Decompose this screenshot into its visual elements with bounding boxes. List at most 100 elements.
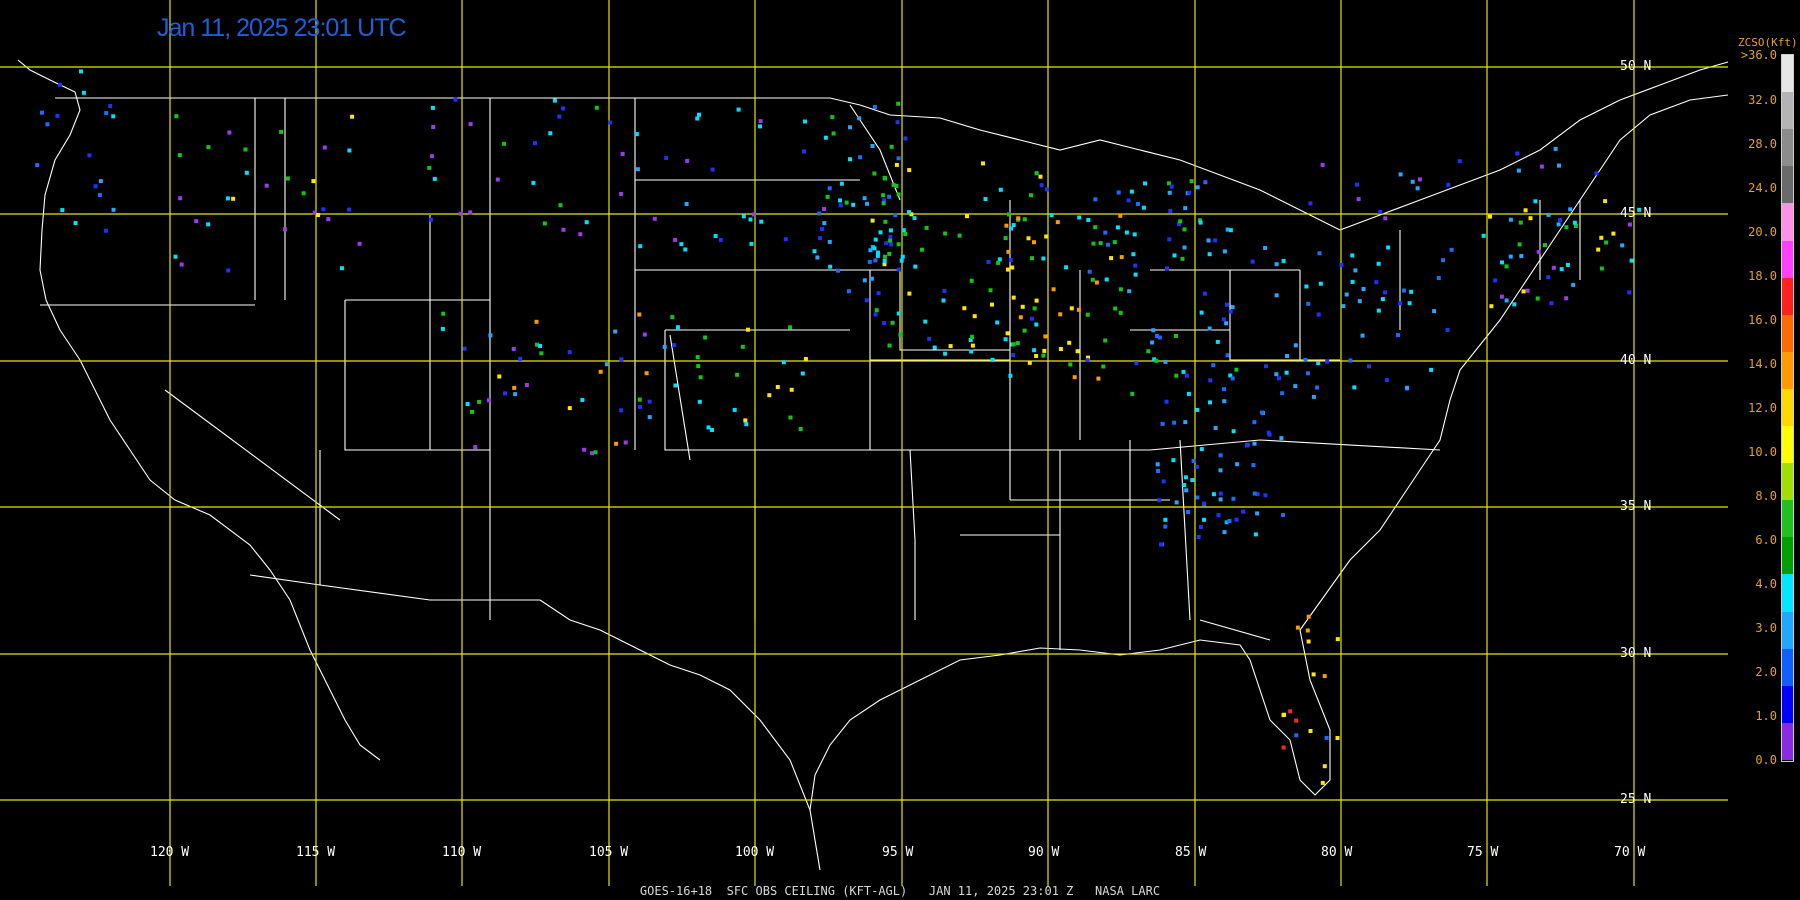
station-marker	[635, 167, 640, 172]
station-marker	[887, 194, 892, 199]
station-marker	[1172, 420, 1177, 425]
station-marker	[1051, 287, 1056, 292]
station-marker	[1126, 198, 1131, 203]
station-marker	[1085, 312, 1090, 317]
station-marker	[1112, 240, 1117, 245]
station-marker	[903, 136, 908, 141]
station-marker	[1525, 288, 1530, 293]
station-marker	[431, 125, 436, 129]
station-marker	[440, 326, 445, 331]
station-marker	[598, 369, 603, 374]
station-marker	[767, 393, 772, 398]
station-marker	[98, 179, 103, 184]
border-line	[899, 270, 1010, 351]
colorbar-frame	[1781, 54, 1794, 762]
station-marker	[1006, 267, 1010, 272]
station-marker	[279, 129, 284, 134]
longitude-label: 80 W	[1321, 845, 1353, 860]
station-marker	[923, 319, 928, 324]
station-marker	[1250, 259, 1255, 264]
station-marker	[1559, 267, 1564, 272]
station-marker	[758, 119, 763, 124]
station-marker	[1599, 235, 1604, 240]
station-marker	[1124, 230, 1129, 235]
map-title: Jan 11, 2025 23:01 UTC	[157, 14, 407, 42]
station-marker	[775, 385, 780, 389]
station-marker	[1317, 251, 1322, 256]
longitude-label: 85 W	[1175, 845, 1207, 860]
station-marker	[695, 355, 700, 360]
station-marker	[1072, 375, 1077, 380]
station-marker	[1044, 234, 1049, 239]
station-marker	[1603, 199, 1608, 204]
station-marker	[1225, 302, 1229, 307]
latitude-label: 25 N	[1620, 792, 1652, 807]
station-marker	[1355, 182, 1359, 187]
station-marker	[735, 372, 740, 377]
station-marker	[1202, 291, 1207, 296]
station-marker	[1294, 733, 1299, 738]
border-line	[859, 104, 1341, 231]
station-marker	[642, 332, 647, 337]
station-marker	[990, 302, 994, 307]
station-marker	[111, 207, 116, 212]
station-marker	[1572, 220, 1577, 225]
station-marker	[1190, 478, 1195, 483]
station-marker	[1184, 373, 1189, 378]
map-canvas	[0, 0, 1729, 886]
station-marker	[883, 254, 888, 259]
station-marker	[713, 234, 718, 238]
station-marker	[1322, 674, 1327, 679]
station-marker	[838, 203, 843, 208]
station-marker	[178, 196, 183, 201]
station-marker	[638, 404, 642, 409]
station-marker	[1549, 301, 1554, 306]
station-marker	[177, 153, 182, 158]
station-marker	[1085, 358, 1090, 363]
station-marker	[1274, 372, 1279, 377]
station-marker	[1178, 219, 1183, 224]
station-marker	[1131, 252, 1136, 257]
station-marker	[1244, 443, 1249, 448]
station-marker	[322, 145, 327, 150]
station-marker	[1234, 367, 1239, 372]
station-marker	[1415, 186, 1420, 191]
station-marker	[1383, 290, 1388, 295]
station-marker	[1055, 220, 1060, 225]
station-marker	[1274, 293, 1279, 298]
station-marker	[1263, 246, 1268, 250]
station-marker	[468, 122, 473, 127]
station-marker	[1010, 265, 1015, 270]
station-marker	[1101, 364, 1106, 369]
station-marker	[173, 254, 178, 259]
station-marker	[1253, 532, 1258, 537]
station-marker	[1163, 524, 1168, 529]
station-marker	[1171, 458, 1176, 463]
station-marker	[619, 408, 624, 413]
border-line	[17, 59, 381, 761]
station-marker	[225, 196, 230, 201]
station-marker	[1252, 420, 1257, 425]
station-marker	[888, 234, 893, 239]
station-marker	[1320, 780, 1325, 785]
station-marker	[1410, 179, 1415, 184]
station-marker	[1432, 309, 1437, 314]
station-marker	[79, 69, 83, 74]
station-marker	[1259, 410, 1264, 415]
station-marker	[1227, 519, 1232, 523]
station-marker	[1335, 637, 1340, 642]
latitude-label: 50 N	[1620, 59, 1652, 74]
station-marker	[244, 170, 249, 175]
station-marker	[758, 124, 762, 129]
station-marker	[1281, 713, 1286, 718]
station-marker	[206, 222, 211, 227]
station-marker	[962, 306, 967, 311]
station-marker	[872, 246, 877, 251]
colorbar-tick-label: 12.0	[1748, 401, 1777, 415]
station-marker	[684, 202, 689, 206]
station-marker	[1146, 349, 1151, 354]
station-marker	[1341, 304, 1346, 309]
station-marker	[1436, 276, 1441, 280]
longitude-label: 110 W	[442, 845, 482, 860]
station-marker	[1284, 370, 1289, 375]
